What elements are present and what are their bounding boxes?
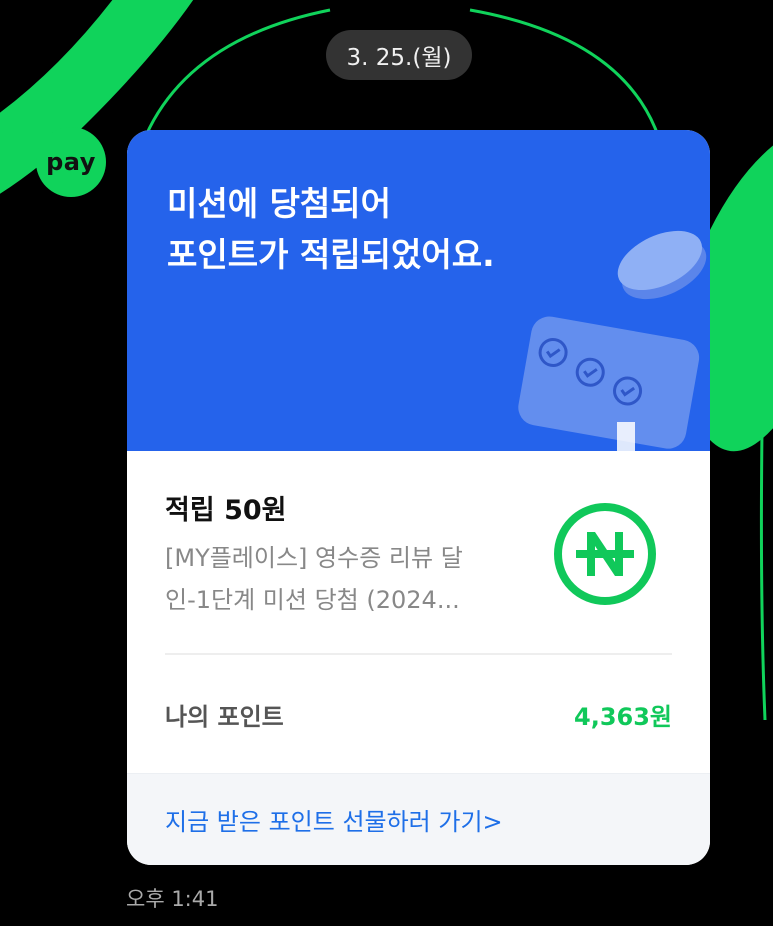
card-body: 적립 50원 [MY플레이스] 영수증 리뷰 달 인-1단계 미션 당첨 (20… (127, 451, 710, 773)
earn-description: [MY플레이스] 영수증 리뷰 달 인-1단계 미션 당첨 (2024... (165, 537, 515, 621)
my-points-value: 4,363원 (574, 703, 672, 731)
pay-logo-avatar[interactable]: pay (36, 127, 106, 197)
earn-amount-title: 적립 50원 (165, 495, 287, 526)
message-timestamp: 오후 1:41 (126, 887, 219, 911)
avatar-label: pay (46, 148, 96, 176)
coin-illustration-icon (518, 230, 707, 451)
point-notification-card[interactable]: 미션에 당첨되어 포인트가 적립되었어요. 적립 50원 [MY플레이스] 영수… (127, 130, 710, 865)
gift-points-link[interactable]: 지금 받은 포인트 선물하러 가기> (165, 802, 503, 837)
card-footer: 지금 받은 포인트 선물하러 가기> (127, 773, 710, 865)
card-hero: 미션에 당첨되어 포인트가 적립되었어요. (127, 130, 710, 451)
earn-description-line2: 인-1단계 미션 당첨 (2024... (165, 586, 460, 614)
naver-point-icon (554, 503, 656, 605)
chat-screen: 3. 25.(월) pay 미션에 당첨되어 포인트가 적립되었어요. 적립 5… (0, 0, 773, 926)
my-points-label: 나의 포인트 (165, 703, 284, 731)
earn-description-line1: [MY플레이스] 영수증 리뷰 달 (165, 544, 463, 572)
card-divider (165, 653, 672, 655)
date-divider: 3. 25.(월) (326, 30, 472, 80)
